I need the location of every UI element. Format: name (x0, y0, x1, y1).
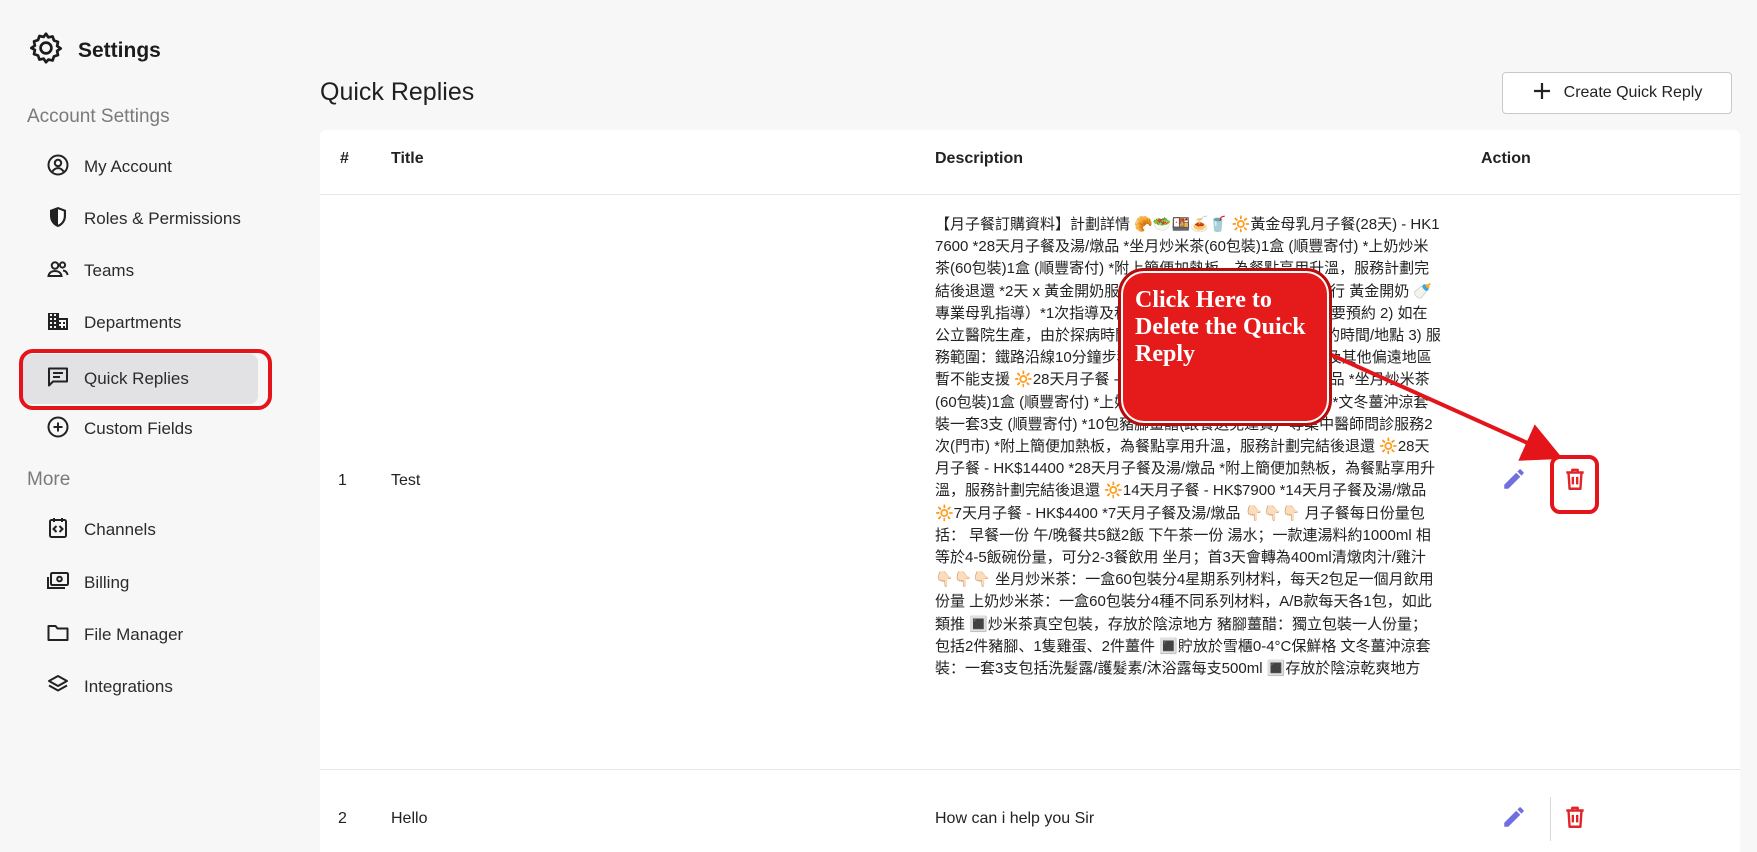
building-icon (46, 309, 70, 338)
sidebar-item-label: Teams (84, 261, 135, 280)
column-header-description: Description (935, 150, 1024, 167)
row-divider (320, 769, 1740, 770)
sidebar-item-label: Departments (84, 313, 182, 332)
page-title: Quick Replies (320, 78, 475, 106)
pencil-icon (1501, 466, 1527, 497)
row-title: Hello (391, 810, 428, 827)
layers-icon (46, 673, 70, 702)
channels-icon (46, 516, 70, 545)
trash-icon (1562, 804, 1588, 835)
sidebar-item-file-manager[interactable]: File Manager (22, 610, 258, 660)
folder-icon (46, 621, 70, 650)
sidebar-item-integrations[interactable]: Integrations (22, 662, 258, 712)
section-account-settings: Account Settings (27, 106, 170, 127)
sidebar-item-label: Billing (84, 573, 130, 592)
sidebar-item-label: Custom Fields (84, 419, 193, 438)
row-number: 2 (338, 810, 347, 827)
plus-icon (1532, 81, 1552, 106)
row-description: How can i help you Sir (935, 810, 1095, 827)
chat-icon (46, 365, 70, 394)
trash-icon (1562, 466, 1588, 497)
pencil-icon (1501, 804, 1527, 835)
sidebar-item-roles-permissions[interactable]: Roles & Permissions (22, 194, 258, 244)
section-more: More (27, 469, 71, 490)
delete-button[interactable] (1557, 801, 1593, 837)
sidebar-item-quick-replies[interactable]: Quick Replies (22, 354, 258, 404)
delete-button[interactable] (1557, 463, 1593, 499)
sidebar-item-label: My Account (84, 157, 172, 176)
row-title: Test (391, 472, 421, 489)
quick-replies-table: # Title Description Action 1 Test 【月子餐訂購… (320, 130, 1740, 852)
column-header-number: # (340, 150, 349, 167)
brand-title: Settings (78, 38, 161, 62)
people-icon (46, 257, 70, 286)
billing-icon (46, 569, 70, 598)
sidebar-item-my-account[interactable]: My Account (22, 142, 258, 192)
sidebar-item-teams[interactable]: Teams (22, 246, 258, 296)
sidebar-item-label: Channels (84, 520, 156, 539)
shield-icon (46, 205, 70, 234)
sidebar-item-departments[interactable]: Departments (22, 298, 258, 348)
sidebar-item-label: File Manager (84, 625, 184, 644)
create-quick-reply-label: Create Quick Reply (1563, 84, 1703, 101)
brand: Settings (28, 30, 161, 71)
callout-box: Click Here to Delete the Quick Reply (1118, 268, 1332, 426)
column-header-title: Title (391, 150, 424, 167)
sidebar-item-channels[interactable]: Channels (22, 505, 258, 555)
action-separator (1550, 797, 1551, 841)
sidebar-item-label: Integrations (84, 677, 173, 696)
sidebar-item-billing[interactable]: Billing (22, 558, 258, 608)
sidebar-item-custom-fields[interactable]: Custom Fields (22, 404, 258, 454)
create-quick-reply-button[interactable]: Create Quick Reply (1502, 72, 1732, 114)
sidebar: Settings Account Settings My Account Rol… (0, 0, 300, 852)
sidebar-item-label: Quick Replies (84, 369, 189, 388)
header-divider (320, 194, 1740, 195)
plus-circle-icon (46, 415, 70, 444)
sidebar-item-label: Roles & Permissions (84, 209, 241, 228)
edit-button[interactable] (1496, 801, 1532, 837)
edit-button[interactable] (1496, 463, 1532, 499)
callout-text: Click Here to Delete the Quick Reply (1135, 287, 1306, 367)
column-header-action: Action (1481, 150, 1531, 167)
gear-icon (28, 30, 64, 71)
row-number: 1 (338, 472, 347, 489)
user-circle-icon (46, 153, 70, 182)
